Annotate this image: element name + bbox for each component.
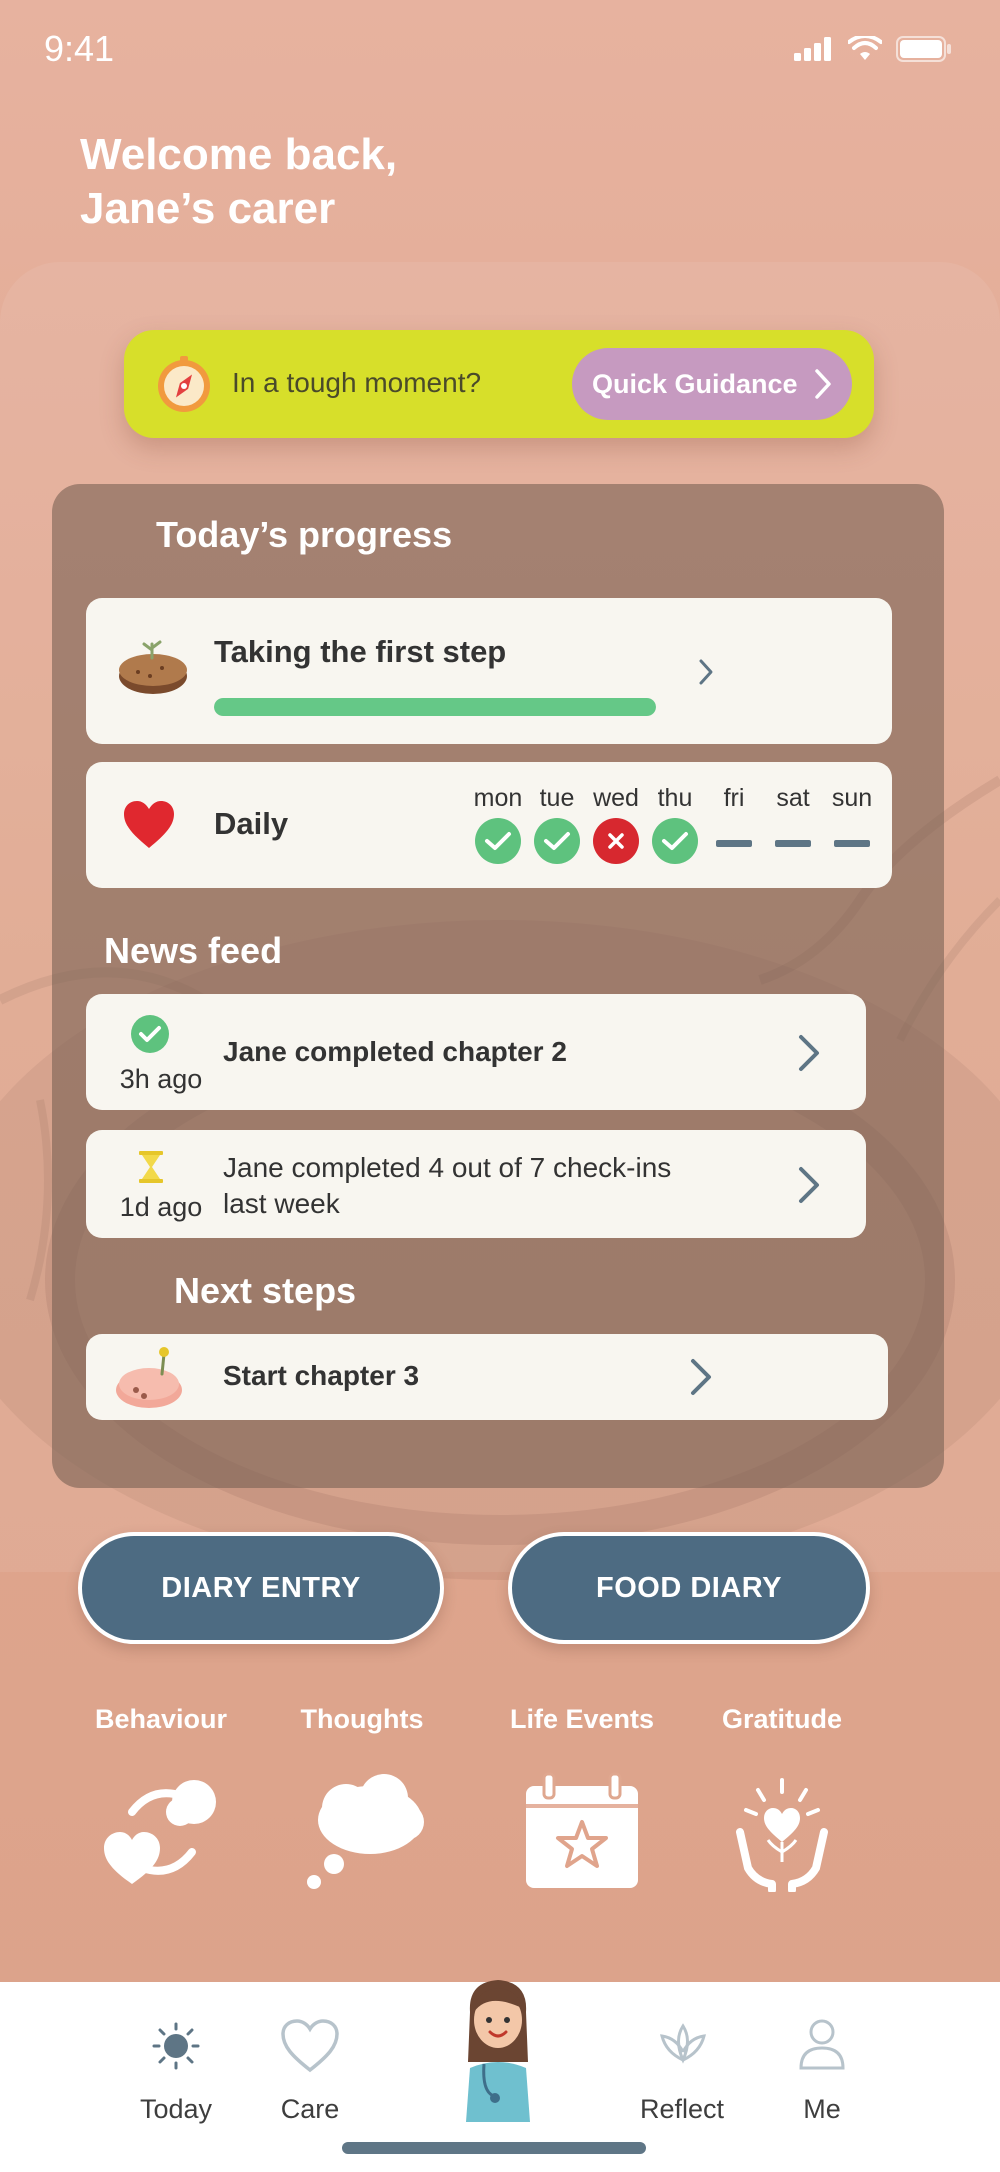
- weekday-sat: sat: [763, 784, 823, 864]
- chapter-progress-bar: [214, 698, 656, 716]
- heart-icon: [124, 801, 174, 848]
- weekday-label: sun: [831, 784, 873, 812]
- news-item[interactable]: 1d ago Jane completed 4 out of 7 check-i…: [86, 1130, 866, 1238]
- behaviour-icon[interactable]: [102, 1772, 222, 1892]
- news-text: Jane completed 4 out of 7 check-ins last…: [223, 1150, 671, 1222]
- chapter-title: Taking the first step: [214, 634, 507, 669]
- thought-cloud-icon[interactable]: [300, 1772, 430, 1892]
- welcome-heading: Welcome back, Jane’s carer: [80, 128, 397, 236]
- pending-dash: [711, 818, 757, 864]
- daily-label: Daily: [214, 806, 289, 841]
- next-step-item[interactable]: Start chapter 3: [86, 1334, 888, 1420]
- check-icon: [131, 1015, 169, 1053]
- food-diary-button[interactable]: FOOD DIARY: [508, 1532, 870, 1644]
- hourglass-icon: [139, 1151, 163, 1183]
- news-item[interactable]: 3h ago Jane completed chapter 2: [86, 994, 866, 1110]
- compass-icon: [158, 356, 210, 412]
- status-bar: 9:41: [0, 0, 1000, 100]
- tab-reflect-label: Reflect: [639, 2094, 725, 2124]
- tab-care-label: Care: [280, 2094, 340, 2124]
- nest-chapter-icon: [116, 1347, 182, 1408]
- weekday-label: tue: [539, 784, 575, 812]
- sun-icon: [152, 2022, 200, 2070]
- welcome-line-2: Jane’s carer: [80, 184, 336, 233]
- chevron-right-icon: [699, 659, 713, 685]
- diary-entry-button[interactable]: DIARY ENTRY: [78, 1532, 444, 1644]
- gratitude-hands-icon[interactable]: [732, 1772, 832, 1892]
- news-time: 1d ago: [119, 1192, 203, 1222]
- weekday-thu: thu: [645, 784, 705, 864]
- home-indicator: [342, 2142, 646, 2154]
- heart-outline-icon: [281, 2019, 339, 2073]
- cross-icon: [593, 818, 639, 864]
- weekday-mon: mon: [468, 784, 528, 864]
- calendar-star-icon[interactable]: [522, 1772, 642, 1892]
- chevron-right-icon: [691, 1359, 711, 1395]
- weekday-label: wed: [593, 784, 639, 812]
- todays-progress-title: Today’s progress: [156, 514, 453, 555]
- chapter-progress-fill: [214, 698, 656, 716]
- nest-icon: [119, 640, 187, 694]
- profile-icon: [799, 2019, 845, 2070]
- weekday-label: mon: [473, 784, 523, 812]
- category-label-thoughts[interactable]: Thoughts: [282, 1704, 442, 1735]
- check-icon: [475, 818, 521, 864]
- news-text-line-1: Jane completed 4 out of 7 check-ins: [223, 1152, 672, 1183]
- dash-icon: [834, 839, 870, 847]
- weekday-label: thu: [657, 784, 693, 812]
- status-time: 9:41: [44, 28, 115, 69]
- news-feed-title: News feed: [104, 930, 283, 971]
- lotus-icon: [660, 2023, 706, 2064]
- chevron-right-icon: [799, 1035, 819, 1071]
- pending-dash: [829, 818, 875, 864]
- weekday-tue: tue: [527, 784, 587, 864]
- tab-today-label: Today: [139, 2094, 213, 2124]
- guidance-bar: In a tough moment? Quick Guidance: [124, 330, 874, 438]
- check-icon: [534, 818, 580, 864]
- status-icons: [794, 36, 952, 62]
- tab-me-label: Me: [803, 2094, 841, 2124]
- daily-tracker-card[interactable]: Daily mon tue wed thu fri sat sun: [86, 762, 892, 888]
- wifi-icon: [848, 36, 882, 60]
- check-icon: [652, 818, 698, 864]
- news-text: Jane completed chapter 2: [223, 1036, 567, 1067]
- weekday-sun: sun: [822, 784, 882, 864]
- battery-icon: [896, 36, 951, 62]
- chevron-right-icon: [815, 369, 831, 399]
- weekday-label: sat: [776, 784, 810, 812]
- chapter-progress-card[interactable]: Taking the first step: [86, 598, 892, 744]
- category-label-behaviour[interactable]: Behaviour: [76, 1704, 246, 1735]
- dash-icon: [716, 839, 752, 847]
- news-text-line-2: last week: [223, 1188, 340, 1219]
- guidance-prompt: In a tough moment?: [232, 367, 482, 398]
- quick-guidance-label: Quick Guidance: [592, 368, 798, 399]
- weekday-wed: wed: [586, 784, 646, 864]
- quick-guidance-button[interactable]: Quick Guidance: [572, 348, 852, 420]
- pending-dash: [770, 818, 816, 864]
- nurse-avatar-icon: [466, 1980, 530, 2122]
- dash-icon: [775, 839, 811, 847]
- weekday-fri: fri: [704, 784, 764, 864]
- weekday-label: fri: [723, 784, 745, 812]
- welcome-line-1: Welcome back,: [80, 130, 398, 179]
- next-step-text: Start chapter 3: [223, 1360, 420, 1391]
- news-time: 3h ago: [119, 1064, 203, 1094]
- category-label-life-events[interactable]: Life Events: [492, 1704, 672, 1735]
- category-label-gratitude[interactable]: Gratitude: [702, 1704, 862, 1735]
- signal-icon: [794, 37, 831, 61]
- next-steps-title: Next steps: [174, 1270, 357, 1311]
- chevron-right-icon: [799, 1167, 819, 1203]
